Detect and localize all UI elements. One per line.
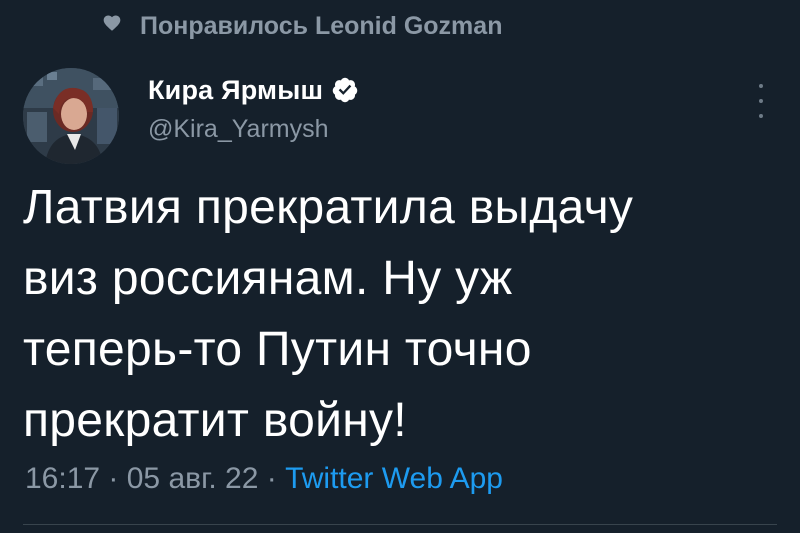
tweet-source-link[interactable]: Twitter Web App [285,462,503,495]
divider [23,524,777,525]
social-context[interactable]: Понравилось Leonid Gozman [102,12,502,41]
tweet-header: Кира Ярмыш @Kira_Yarmysh [148,71,760,144]
social-context-text: Понравилось Leonid Gozman [140,12,503,40]
author-display-name[interactable]: Кира Ярмыш [148,75,323,106]
author-handle[interactable]: @Kira_Yarmysh [148,115,760,144]
tweet-text: Латвия прекратила выдачу виз россиянам. … [23,172,783,456]
avatar[interactable] [23,68,119,164]
heart-icon [103,15,121,31]
tweet-date[interactable]: 05 авг. 22 [127,462,259,495]
tweet-time[interactable]: 16:17 [25,462,100,495]
verified-badge-icon [332,77,358,103]
tweet-text-line: Латвия прекратила выдачу [23,181,634,234]
meta-separator: · [100,462,127,495]
tweet-text-line: виз россиянам. Ну уж [23,252,513,305]
meta-separator: · [258,462,286,495]
avatar-photo [23,68,119,164]
more-options-icon[interactable] [756,84,766,118]
author-name-row[interactable]: Кира Ярмыш [148,71,760,109]
tweet-detail: Понравилось Leonid Gozman Кира Ярмыш @Ki [0,0,800,533]
tweet-text-line: теперь-то Путин точно [23,323,532,376]
tweet-metadata: 16:17 · 05 авг. 22 · Twitter Web App [25,462,503,496]
tweet-text-line: прекратит войну! [23,394,407,447]
